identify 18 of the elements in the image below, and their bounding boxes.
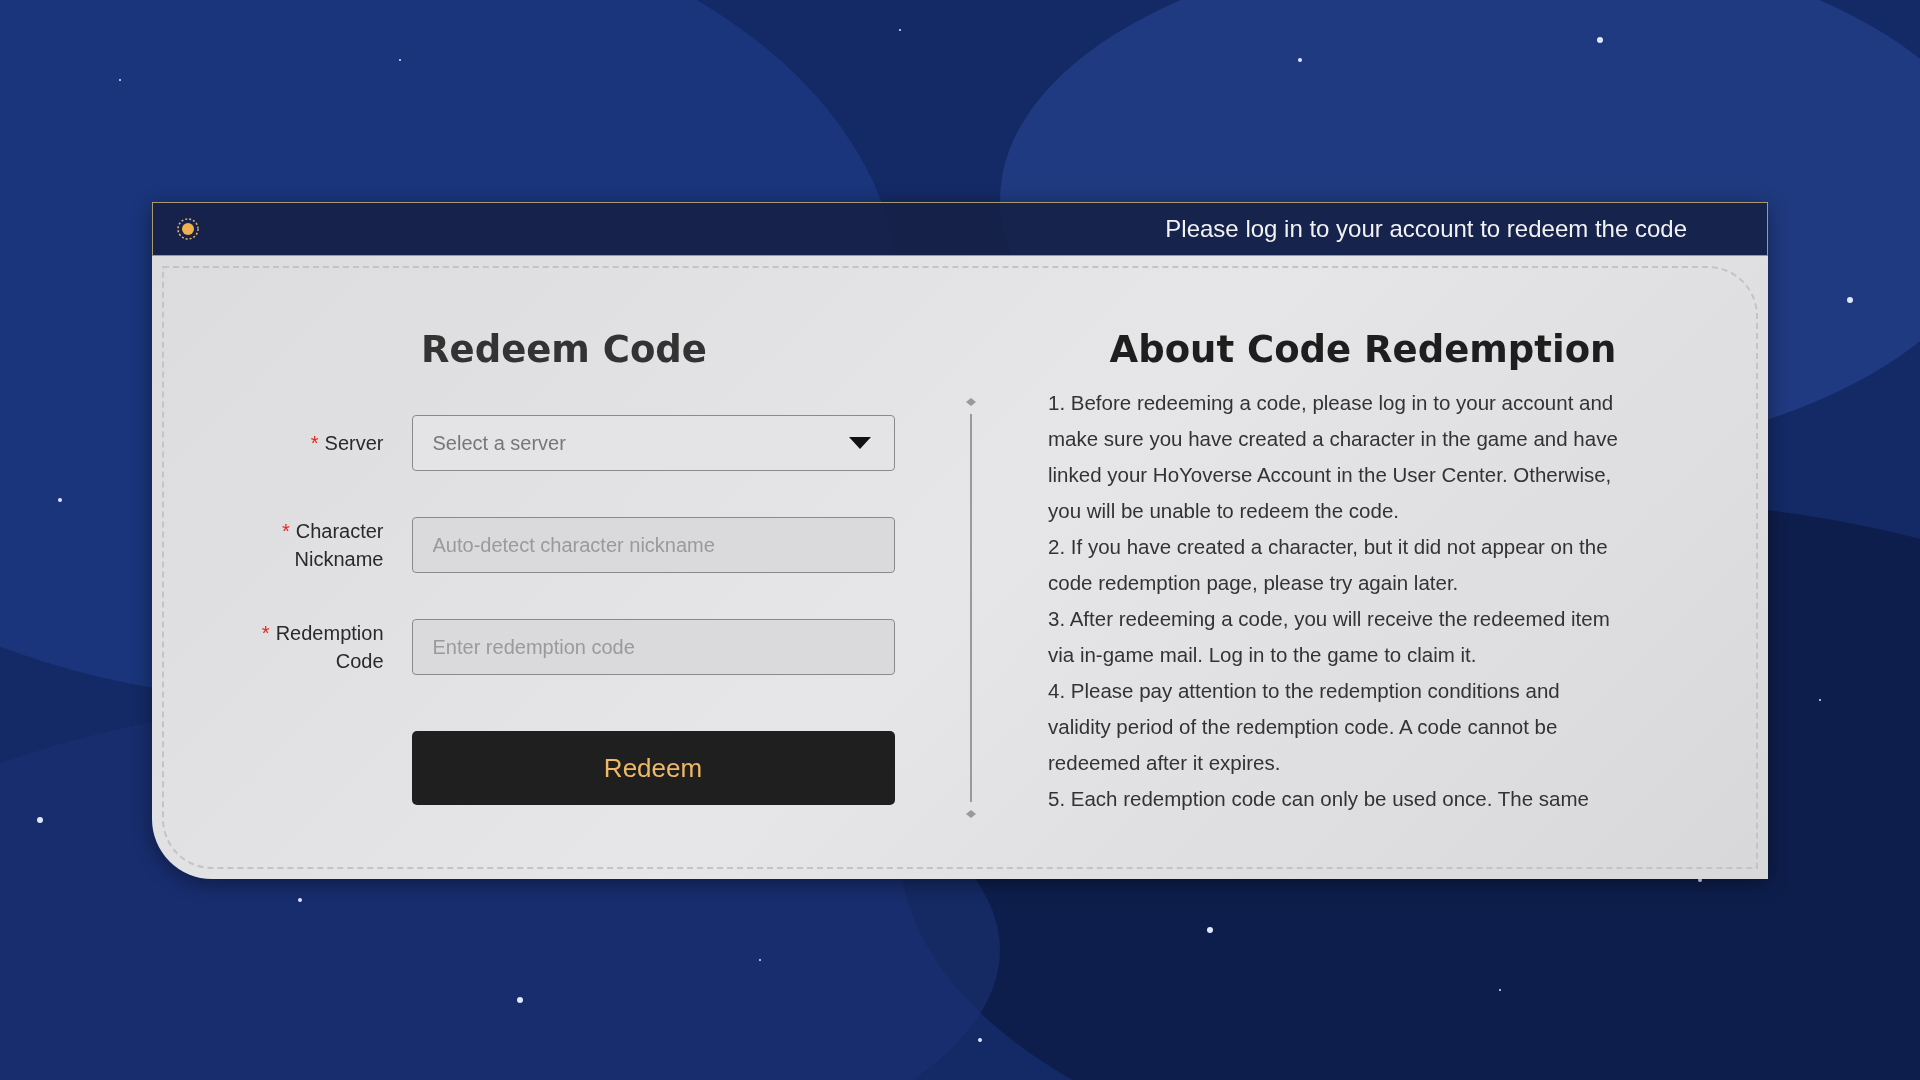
input-field[interactable]: Enter redemption code	[411, 619, 895, 675]
sun-icon	[177, 218, 199, 240]
field-label: * Server	[309, 431, 384, 456]
input-field[interactable]: Auto-detect character nickname	[411, 517, 895, 573]
field-label: * Redemption Code	[260, 621, 384, 674]
info-paragraph: 2. If you have created a character, but it did not appear on the code redemption page, please try again later.	[1048, 534, 1609, 596]
server-select[interactable]: Select a server	[411, 415, 895, 471]
info-paragraph: 3. After redeeming a code, you will receive the redeemed item via in-game mail. Log in to the game to claim it.	[1048, 606, 1611, 668]
scroll-bar[interactable]	[964, 398, 978, 818]
info-paragraph: 4. Please pay attention to the redemption conditions and validity period of the redemption code. A code cannot be redeemed after it expires.	[1048, 678, 1561, 776]
redeem-button[interactable]: Redeem	[411, 731, 895, 805]
info-paragraph: 5. Each redemption code can only be used once. The same	[1048, 786, 1590, 812]
field-label: * Character Nickname	[280, 519, 384, 572]
about-title: About Code Redemption	[1108, 328, 1618, 371]
login-message: Please log in to your account to redeem the code	[1165, 215, 1687, 243]
dropdown-caret-icon	[848, 437, 871, 449]
form-title: Redeem Code	[421, 328, 707, 371]
info-paragraph: 1. Before redeeming a code, please log in to your account and make sure you have created a character in the game and have linked your HoYoverse Account in the User Center. Otherwise, you will be unable to redeem the code.	[1048, 390, 1619, 524]
